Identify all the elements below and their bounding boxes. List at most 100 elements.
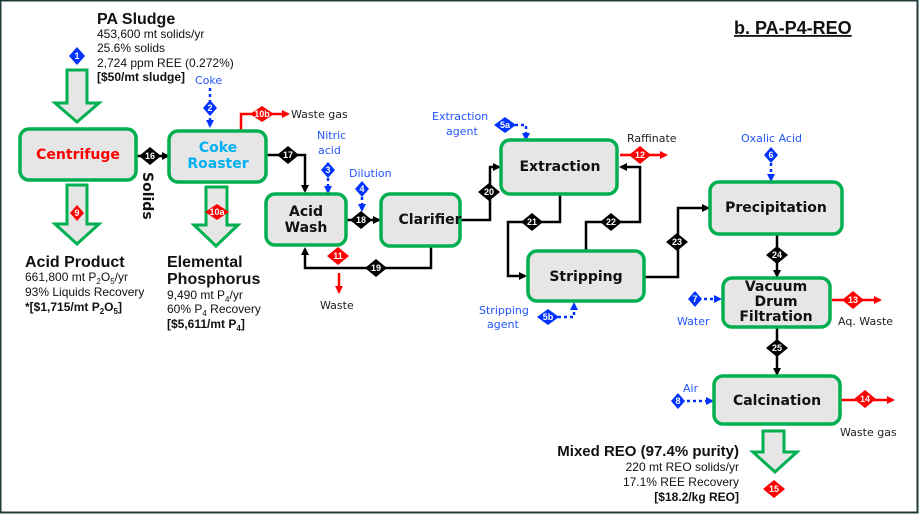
feed-arrow [50, 68, 104, 124]
svg-text:Filtration: Filtration [739, 309, 812, 325]
waste-label: Waste [320, 299, 354, 312]
svg-text:Clarifier: Clarifier [399, 212, 462, 228]
svg-text:14: 14 [860, 394, 870, 404]
stream-16-marker: 16 [139, 147, 161, 165]
svg-text:Acid: Acid [289, 204, 323, 220]
oxalic-acid-label: Oxalic Acid [741, 132, 802, 145]
coke-label: Coke [195, 74, 222, 87]
unit-precipitation: Precipitation [708, 180, 844, 236]
acid-product-price: *[$1,715/mt P2O5] [25, 300, 122, 316]
solids-label: Solids [139, 172, 155, 220]
extraction-agent-label: agent [446, 125, 478, 138]
svg-text:Coke: Coke [199, 140, 237, 156]
stream-22-marker: 22 [600, 213, 622, 231]
waste-gas-label: Waste gas [291, 108, 348, 121]
stream-10b-marker: 10b [250, 106, 274, 122]
stream-20-marker: 20 [478, 183, 500, 201]
stream-14-marker: 14 [854, 390, 876, 408]
svg-text:Extraction: Extraction [519, 159, 600, 175]
svg-text:17: 17 [283, 150, 293, 160]
stream-5b-marker: 5b [537, 309, 559, 325]
feed-title: PA Sludge [97, 11, 175, 28]
svg-text:4: 4 [359, 184, 364, 194]
svg-text:Drum: Drum [754, 294, 797, 310]
stream-12-marker: 12 [629, 146, 651, 164]
stream-21-marker: 21 [521, 213, 543, 231]
stream-5a-line [515, 123, 530, 141]
stream-13-marker: 13 [842, 291, 864, 309]
stream-18-marker: 18 [350, 211, 372, 229]
stream-7-marker: 7 [688, 291, 702, 307]
nitric-acid-label: Nitric [317, 129, 346, 142]
svg-text:13: 13 [848, 295, 858, 305]
unit-clarifier: Clarifier [379, 192, 462, 248]
stream-3-marker: 3 [321, 162, 335, 178]
reo-rate: 220 mt REO solids/yr [626, 460, 739, 474]
svg-text:23: 23 [672, 237, 682, 247]
svg-text:7: 7 [692, 294, 697, 304]
stream-11-marker: 11 [327, 247, 349, 265]
unit-calcination: Calcination [712, 374, 842, 426]
unit-coke-roaster: Coke Roaster [167, 129, 268, 184]
svg-text:25: 25 [772, 343, 782, 353]
reo-product-arrow [749, 429, 801, 475]
svg-text:2: 2 [207, 103, 212, 113]
aq-waste-label: Aq. Waste [838, 315, 893, 328]
stream-8-marker: 8 [671, 393, 685, 409]
unit-extraction: Extraction [499, 138, 619, 196]
stripping-agent-label: Stripping [479, 304, 529, 317]
dilution-label: Dilution [349, 167, 392, 180]
unit-centrifuge: Centrifuge [18, 127, 138, 182]
acid-product-title: Acid Product [25, 254, 125, 271]
phosphorus-recovery: 60% P4 Recovery [167, 302, 261, 318]
process-flow-diagram: b. PA-P4-REO PA Sludge 453,600 mt solids… [0, 0, 919, 514]
svg-text:3: 3 [325, 165, 330, 175]
svg-text:Precipitation: Precipitation [725, 200, 827, 216]
svg-text:6: 6 [768, 150, 773, 160]
stream-4-marker: 4 [355, 181, 369, 197]
water-label: Water [677, 315, 710, 328]
unit-vacuum-drum-filtration: Vacuum Drum Filtration [721, 276, 832, 329]
svg-text:Centrifuge: Centrifuge [36, 147, 120, 163]
svg-text:20: 20 [484, 187, 494, 197]
acid-product-recovery: 93% Liquids Recovery [25, 285, 144, 299]
svg-text:19: 19 [371, 263, 381, 273]
svg-text:5b: 5b [543, 312, 554, 322]
stream-24-marker: 24 [766, 246, 788, 264]
reo-title: Mixed REO (97.4% purity) [557, 443, 739, 460]
air-label: Air [683, 382, 699, 395]
svg-text:12: 12 [635, 150, 645, 160]
feed-line: 25.6% solids [97, 41, 165, 55]
feed-price: [$50/mt sludge] [97, 70, 185, 84]
stream-5a-marker: 5a [494, 117, 516, 133]
svg-text:Vacuum: Vacuum [745, 279, 807, 295]
stream-19-line [301, 246, 433, 270]
reo-price: [$18.2/kg REO] [654, 490, 739, 504]
unit-acid-wash: Acid Wash [264, 192, 348, 247]
stream-25-marker: 25 [766, 339, 788, 357]
svg-text:22: 22 [606, 217, 616, 227]
svg-text:10b: 10b [254, 109, 270, 119]
feed-line: 453,600 mt solids/yr [97, 27, 204, 41]
phosphorus-title: Elemental [167, 254, 243, 271]
svg-text:8: 8 [675, 396, 680, 406]
svg-text:16: 16 [145, 151, 155, 161]
stripping-agent-label: agent [487, 318, 519, 331]
svg-text:Roaster: Roaster [187, 156, 248, 172]
extraction-agent-label: Extraction [432, 110, 488, 123]
svg-text:11: 11 [333, 251, 343, 261]
stream-19-marker: 19 [365, 259, 387, 277]
svg-text:1: 1 [74, 51, 79, 61]
phosphorus-title: Phosphorus [167, 271, 260, 288]
svg-text:10a: 10a [209, 207, 225, 217]
svg-text:Wash: Wash [285, 220, 328, 236]
nitric-acid-label: acid [318, 144, 341, 157]
svg-text:18: 18 [356, 215, 366, 225]
unit-stripping: Stripping [526, 249, 646, 303]
stream-17-marker: 17 [277, 146, 299, 164]
stream-6-marker: 6 [764, 147, 778, 163]
svg-text:24: 24 [772, 250, 782, 260]
svg-text:15: 15 [769, 484, 779, 494]
phosphorus-price: [$5,611/mt P4] [167, 317, 245, 333]
reo-recovery: 17.1% REE Recovery [623, 475, 739, 489]
